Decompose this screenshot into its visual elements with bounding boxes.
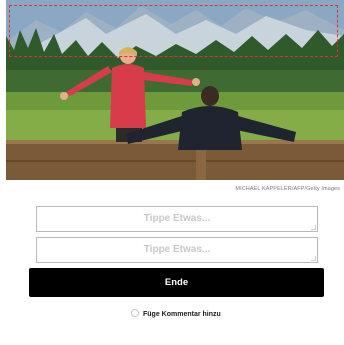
photo-credit: MICHAEL KAPPELER/AFP/Getty Images	[235, 186, 340, 192]
radio-button-icon[interactable]	[131, 309, 139, 317]
text-input-1[interactable]: Tippe Etwas...	[36, 206, 318, 232]
add-comment-option[interactable]: Füge Kommentar hinzu	[131, 309, 221, 319]
crop-selection-box[interactable]	[9, 5, 338, 57]
end-button[interactable]: Ende	[29, 268, 324, 297]
add-comment-label: Füge Kommentar hinzu	[143, 311, 221, 318]
text-input-2[interactable]: Tippe Etwas...	[36, 237, 318, 263]
